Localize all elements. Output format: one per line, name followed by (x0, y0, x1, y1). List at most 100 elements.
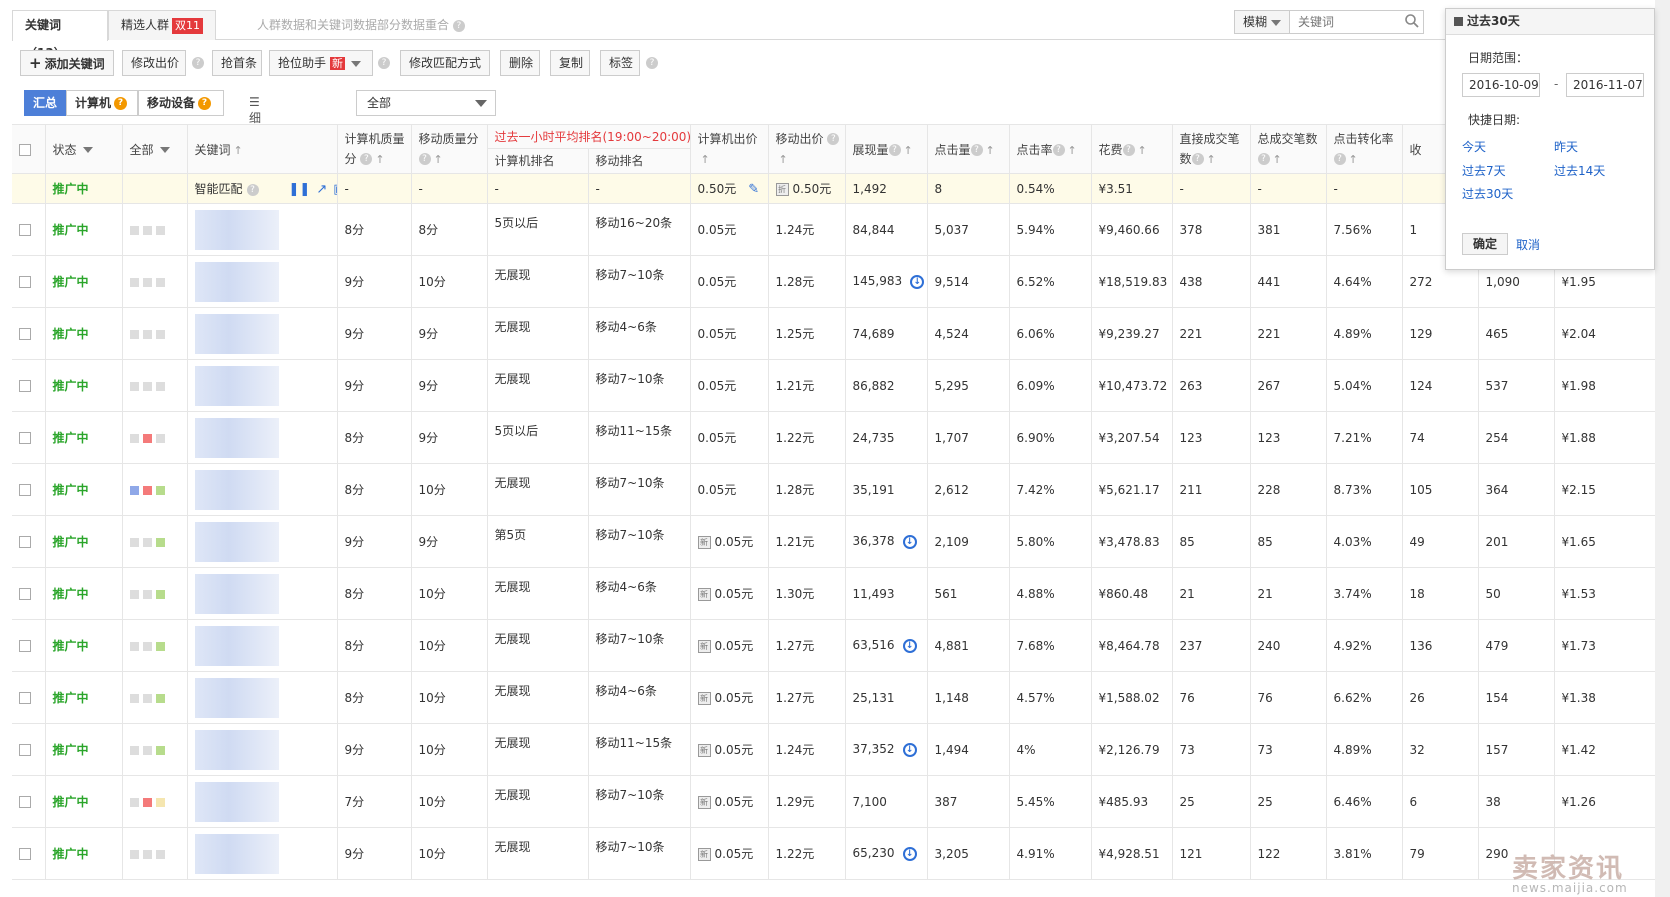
help-icon[interactable]: ? (888, 144, 901, 156)
tab-keywords[interactable]: 关键词 （13） (12, 10, 108, 60)
help-icon[interactable]: ? (1122, 144, 1135, 156)
row-checkbox[interactable] (19, 536, 31, 548)
m-bid[interactable]: 1.30元 (768, 567, 846, 620)
start-date-input[interactable]: 2016-10-09 (1462, 73, 1540, 97)
header-impressions[interactable]: 展现量? ↑ (845, 124, 928, 174)
filter-computer[interactable]: 计算机? (66, 90, 138, 116)
download-icon[interactable]: ↓ (902, 638, 917, 653)
table-row[interactable]: 推广中 9分 10分 无展现 移动7~10条 0.05元 1.28元 145,983 ↓ 9,51… (12, 255, 1670, 308)
sort-icon[interactable]: ↑ (1349, 150, 1358, 170)
select-all-checkbox[interactable] (19, 143, 31, 156)
summary-pc-bid[interactable]: 0.50元 ✎ (690, 173, 769, 204)
sort-icon[interactable]: ↑ (375, 150, 384, 170)
header-cvr[interactable]: 点击转化率? ↑ (1326, 124, 1403, 174)
pc-bid[interactable]: 0.05元 (690, 203, 769, 256)
table-row[interactable]: 推广中 9分 10分 无展现 移动7~10条新 0.05元 1.22元 65,230 ↓ 3,20… (12, 827, 1670, 880)
quick-date-yesterday[interactable]: 昨天 (1554, 138, 1578, 155)
pc-bid[interactable]: 0.05元 (690, 307, 769, 360)
edit-bid-button[interactable]: 修改出价 (122, 50, 186, 76)
help-icon[interactable]: ? (198, 97, 212, 110)
grab-assistant-button[interactable]: 抢位助手新 (269, 50, 373, 76)
row-select-cell[interactable] (12, 203, 46, 256)
row-checkbox[interactable] (19, 588, 31, 600)
row-checkbox[interactable] (19, 328, 31, 340)
row-select-cell[interactable] (12, 827, 46, 880)
sort-icon[interactable]: ↑ (904, 144, 913, 157)
row-checkbox[interactable] (19, 796, 31, 808)
m-bid[interactable]: 1.25元 (768, 307, 846, 360)
sort-icon[interactable]: ↑ (779, 150, 788, 170)
sort-icon[interactable]: ↑ (1068, 144, 1077, 157)
row-select-cell[interactable] (12, 307, 46, 360)
row-checkbox[interactable] (19, 744, 31, 756)
header-clicks[interactable]: 点击量? ↑ (927, 124, 1010, 174)
table-row[interactable]: 推广中 8分 8分 5页以后 移动16~20条 0.05元 1.24元 84,844 5,037… (12, 203, 1670, 256)
table-row[interactable]: 推广中 8分 10分 无展现 移动7~10条 0.05元 1.28元 35,191 2,612 7… (12, 463, 1670, 516)
quick-date-last7[interactable]: 过去7天 (1462, 162, 1506, 179)
row-select-cell[interactable] (12, 723, 46, 776)
help-icon[interactable]: ? (114, 97, 128, 110)
m-bid[interactable]: 1.22元 (768, 827, 846, 880)
confirm-button[interactable]: 确定 (1462, 233, 1508, 255)
m-bid[interactable]: 1.22元 (768, 411, 846, 464)
copy-button[interactable]: 复制 (550, 50, 590, 76)
table-row[interactable]: 推广中 8分 10分 无展现 移动4~6条新 0.05元 1.27元 25,131 1,148 4… (12, 671, 1670, 724)
m-bid[interactable]: 1.29元 (768, 775, 846, 828)
table-row[interactable]: 推广中 9分 10分 无展现 移动11~15条新 0.05元 1.24元 37,352 ↓ 1,4… (12, 723, 1670, 776)
row-checkbox[interactable] (19, 848, 31, 860)
edit-pencil-icon[interactable]: ✎ (748, 182, 759, 197)
quick-date-today[interactable]: 今天 (1462, 138, 1486, 155)
download-icon[interactable]: ↓ (902, 742, 917, 757)
help-icon[interactable]: ? (827, 133, 840, 145)
row-checkbox[interactable] (19, 380, 31, 392)
table-row[interactable]: 推广中 8分 10分 无展现 移动4~6条新 0.05元 1.30元 11,493 561 4.8… (12, 567, 1670, 620)
download-icon[interactable]: ↓ (910, 274, 925, 289)
header-all[interactable]: 全部 (122, 124, 188, 174)
sort-icon[interactable]: ↑ (1273, 150, 1282, 170)
help-icon[interactable]: ? (1052, 144, 1065, 156)
pc-bid[interactable]: 新 0.05元 (690, 619, 769, 672)
tag-button[interactable]: 标签 (600, 50, 640, 76)
row-checkbox[interactable] (19, 224, 31, 236)
search-icon[interactable] (1404, 13, 1420, 29)
header-ctr[interactable]: 点击率? ↑ (1009, 124, 1092, 174)
download-icon[interactable]: ↓ (902, 534, 917, 549)
m-bid[interactable]: 1.24元 (768, 203, 846, 256)
tab-audience[interactable]: 精选人群 双11 (108, 10, 216, 40)
m-bid[interactable]: 1.21元 (768, 515, 846, 568)
table-row[interactable]: 推广中 8分 9分 5页以后 移动11~15条 0.05元 1.22元 24,735 1,707… (12, 411, 1670, 464)
help-icon[interactable]: ? (418, 153, 431, 165)
pc-bid[interactable]: 0.05元 (690, 411, 769, 464)
header-cost[interactable]: 花费? ↑ (1091, 124, 1173, 174)
quick-date-last30[interactable]: 过去30天 (1462, 185, 1513, 202)
pc-bid[interactable]: 新 0.05元 (690, 567, 769, 620)
sort-icon[interactable]: ↑ (234, 144, 243, 157)
header-direct-deals[interactable]: 直接成交笔数? ↑ (1172, 124, 1251, 174)
download-icon[interactable]: ↓ (902, 846, 917, 861)
help-icon[interactable]: ? (360, 153, 373, 165)
match-mode-dropdown[interactable]: 模糊 (1234, 10, 1290, 34)
trend-chart-icon[interactable]: ↗ (316, 182, 327, 197)
help-icon[interactable]: ? (246, 183, 259, 196)
header-total-deals[interactable]: 总成交笔数? ↑ (1250, 124, 1327, 174)
row-select-cell[interactable] (12, 411, 46, 464)
help-icon[interactable]: ? (452, 19, 465, 32)
help-icon[interactable]: ? (646, 57, 658, 69)
m-bid[interactable]: 1.27元 (768, 671, 846, 724)
grab-first-button[interactable]: 抢首条 (212, 50, 262, 76)
pc-bid[interactable]: 新 0.05元 (690, 723, 769, 776)
add-keyword-button[interactable]: + 添加关键词 (20, 50, 114, 76)
pc-bid[interactable]: 0.05元 (690, 255, 769, 308)
row-select-cell[interactable] (12, 463, 46, 516)
row-select-cell[interactable] (12, 567, 46, 620)
row-select-cell[interactable] (12, 359, 46, 412)
sort-icon[interactable]: ↑ (986, 144, 995, 157)
help-icon[interactable]: ? (378, 57, 390, 69)
row-checkbox[interactable] (19, 432, 31, 444)
pc-bid[interactable]: 新 0.05元 (690, 775, 769, 828)
sort-icon[interactable]: ↑ (1207, 150, 1216, 170)
pc-bid[interactable]: 0.05元 (690, 463, 769, 516)
m-bid[interactable]: 1.21元 (768, 359, 846, 412)
row-select-cell[interactable] (12, 671, 46, 724)
table-row[interactable]: 推广中 8分 10分 无展现 移动7~10条新 0.05元 1.27元 63,516 ↓ 4,88… (12, 619, 1670, 672)
